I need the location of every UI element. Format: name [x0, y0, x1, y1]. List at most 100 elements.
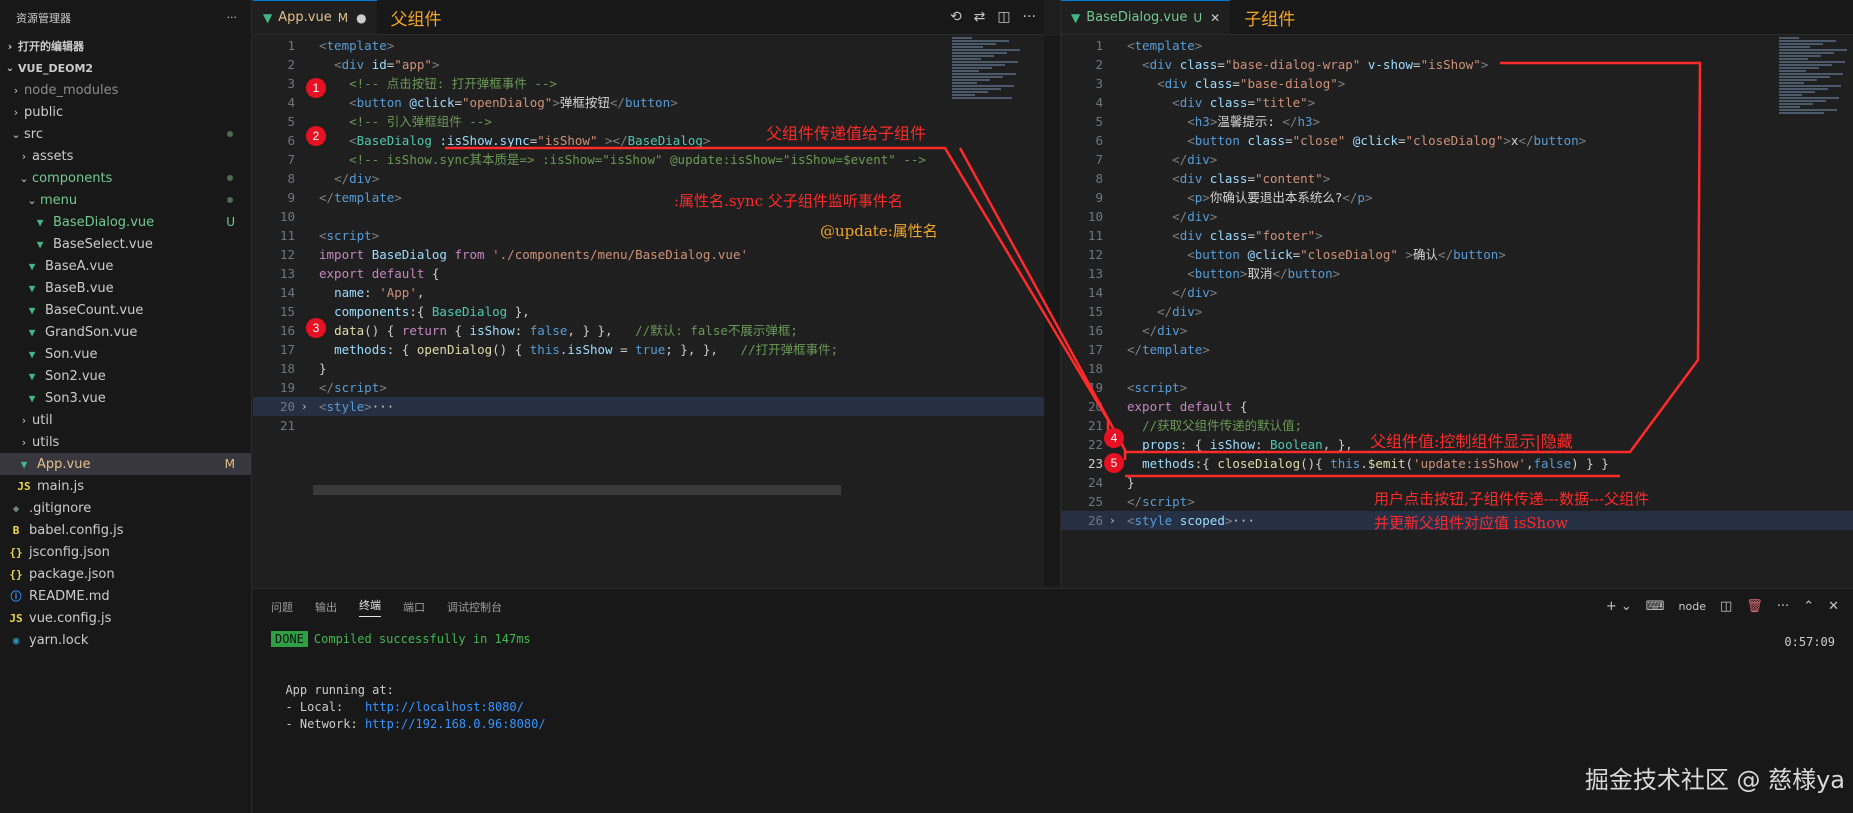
- line-number: 8: [287, 171, 295, 186]
- line-number: 18: [1087, 361, 1103, 376]
- folder-item[interactable]: ⌄ src: [0, 123, 251, 145]
- file-item[interactable]: ▼ Son.vue: [0, 343, 251, 365]
- file-item[interactable]: ▼ BaseA.vue: [0, 255, 251, 277]
- minimap-line: [952, 64, 1005, 66]
- folder-item[interactable]: › util: [0, 409, 251, 431]
- code-token: p: [1357, 190, 1365, 205]
- folder-item[interactable]: › utils: [0, 431, 251, 453]
- fold-chevron-icon[interactable]: ›: [301, 397, 308, 416]
- fold-chevron-icon[interactable]: ›: [1109, 511, 1116, 530]
- panel-tab[interactable]: 终端: [359, 597, 381, 617]
- file-item[interactable]: JS main.js: [0, 475, 251, 497]
- code-token: :{: [409, 304, 432, 319]
- local-url[interactable]: http://localhost:8080/: [365, 700, 524, 714]
- panel-tab[interactable]: 输出: [315, 599, 337, 615]
- horizontal-scrollbar[interactable]: [313, 485, 841, 495]
- folder-item[interactable]: › public: [0, 101, 251, 123]
- code-token: </: [1282, 114, 1298, 129]
- timeline-icon[interactable]: ⟲: [950, 9, 962, 25]
- line-number: 24: [1087, 475, 1103, 490]
- panel-tab[interactable]: 端口: [403, 599, 425, 615]
- more-actions-icon[interactable]: ···: [227, 11, 238, 24]
- project-section[interactable]: ⌄ VUE_DEOM2: [0, 57, 251, 79]
- minimap-line: [952, 58, 981, 60]
- code-editor-left[interactable]: 1 <template> 2 <div id="app"> 3 <!-- 点击按钮: …: [253, 36, 1044, 587]
- file-item[interactable]: ▼ Son3.vue: [0, 387, 251, 409]
- file-item[interactable]: ▼ Son2.vue: [0, 365, 251, 387]
- tree-item-label: GrandSon.vue: [45, 324, 138, 340]
- code-token: : {: [1179, 437, 1210, 452]
- code-token: false: [529, 323, 568, 338]
- vue-file-icon: ▼: [1071, 10, 1081, 25]
- code-line: 17 methods: { openDialog() { this.isShow…: [253, 340, 1044, 359]
- code-token: {: [424, 266, 440, 281]
- code-token: div: [341, 57, 365, 72]
- annotation-sync: :属性名.sync 父子组件监听事件名: [674, 192, 903, 210]
- terminal-icon: ⌨: [1645, 599, 1665, 614]
- minimap-right[interactable]: [1773, 36, 1853, 586]
- minimap-line: [952, 79, 990, 81]
- more-actions-icon[interactable]: ···: [1777, 599, 1789, 614]
- code-token: >: [1332, 266, 1341, 281]
- trash-icon[interactable]: 🗑: [1746, 599, 1763, 614]
- close-icon[interactable]: ✕: [1210, 11, 1220, 25]
- file-item[interactable]: Bbabel.config.js: [0, 519, 251, 541]
- close-icon[interactable]: ✕: [1828, 599, 1839, 614]
- tab-app-vue[interactable]: ▼ App.vue M ●: [253, 0, 377, 34]
- local-line: - Local: http://localhost:8080/: [271, 699, 546, 716]
- file-item[interactable]: {} jsconfig.json: [0, 541, 251, 563]
- open-editors-section[interactable]: › 打开的编辑器: [0, 35, 251, 57]
- tab-basedialog-vue[interactable]: ▼ BaseDialog.vue U ✕: [1061, 0, 1231, 34]
- split-editor-icon[interactable]: ◫: [997, 9, 1010, 25]
- more-actions-icon[interactable]: ···: [1023, 9, 1036, 25]
- file-item[interactable]: ◆ .gitignore: [0, 497, 251, 519]
- terminal-name[interactable]: node: [1679, 600, 1706, 613]
- editor-actions: ⟲ ⇄ ◫ ···: [950, 0, 1036, 34]
- panel-tab[interactable]: 调试控制台: [447, 599, 502, 615]
- folder-item[interactable]: ⌄ menu: [0, 189, 251, 211]
- code-token: BaseDialog: [431, 304, 508, 319]
- file-item[interactable]: ▼ BaseB.vue: [0, 277, 251, 299]
- code-token: <: [1127, 513, 1135, 528]
- code-token: button: [1533, 133, 1579, 148]
- code-token: "closeDialog": [1405, 133, 1504, 148]
- folder-item[interactable]: › node_modules: [0, 79, 251, 101]
- close-icon[interactable]: ●: [356, 11, 366, 25]
- code-token: "isShow": [537, 133, 598, 148]
- file-item[interactable]: ▼ BaseSelect.vue: [0, 233, 251, 255]
- terminal-output[interactable]: DONE Compiled successfully in 147ms App r…: [271, 631, 546, 733]
- file-item[interactable]: {} package.json: [0, 563, 251, 585]
- code-line: 12 import BaseDialog from './components/m…: [253, 245, 1044, 264]
- panel-tab[interactable]: 问题: [271, 599, 293, 615]
- code-token: >: [386, 38, 395, 53]
- chevron-up-icon[interactable]: ⌃: [1803, 599, 1814, 614]
- code-line: 1 <template>: [253, 36, 1044, 55]
- new-terminal-icon[interactable]: + ⌄: [1606, 599, 1632, 614]
- file-item[interactable]: ◉ yarn.lock: [0, 629, 251, 651]
- folder-item[interactable]: ⌄ components: [0, 167, 251, 189]
- split-terminal-icon[interactable]: ◫: [1720, 599, 1732, 614]
- line-number: 25: [1087, 494, 1103, 509]
- file-item[interactable]: ▼ BaseDialog.vue U: [0, 211, 251, 233]
- file-item[interactable]: JS vue.config.js: [0, 607, 251, 629]
- code-token: default: [1179, 399, 1233, 414]
- code-token: >: [1315, 228, 1323, 243]
- compare-changes-icon[interactable]: ⇄: [974, 9, 986, 25]
- file-item[interactable]: ▼ BaseCount.vue: [0, 299, 251, 321]
- folder-item[interactable]: › assets: [0, 145, 251, 167]
- file-item[interactable]: ▼ GrandSon.vue: [0, 321, 251, 343]
- network-url[interactable]: http://192.168.0.96:8080/: [365, 717, 546, 731]
- code-token: name: [334, 285, 365, 300]
- code-text: data() { return { isShow: false, } }, //…: [319, 321, 798, 340]
- code-token: "openDialog": [462, 95, 553, 110]
- code-token: =: [1397, 133, 1406, 148]
- file-item[interactable]: ⓘ README.md: [0, 585, 251, 607]
- file-item[interactable]: ▼ App.vue M: [0, 453, 251, 475]
- code-token: components: [334, 304, 410, 319]
- minimap-left[interactable]: [946, 36, 1026, 586]
